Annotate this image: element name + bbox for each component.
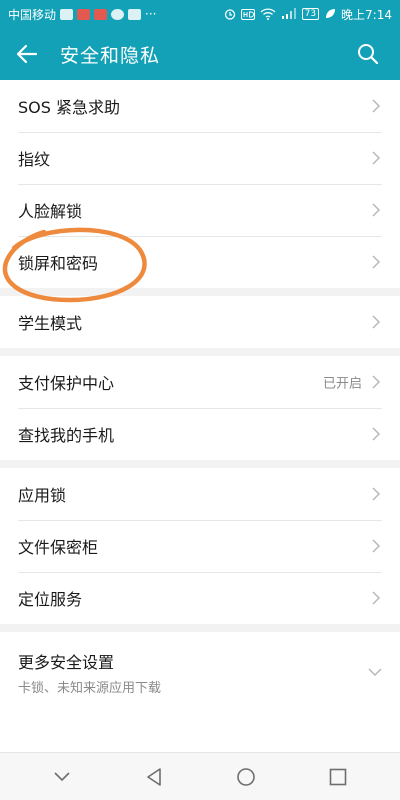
clock: 晚上7:14	[341, 7, 392, 22]
more-security-settings-item[interactable]: 更多安全设置 卡锁、未知来源应用下载	[0, 632, 400, 712]
settings-group-payment: 支付保护中心 已开启 查找我的手机	[0, 356, 400, 460]
nav-home-button[interactable]	[226, 757, 266, 797]
list-item-label: 应用锁	[18, 486, 67, 505]
alarm-icon	[224, 9, 235, 20]
notification-icon	[111, 8, 125, 20]
top-bar: 中国移动 ··· 73 晚上7:14 安全和隐私	[0, 0, 400, 80]
chevron-right-icon	[372, 487, 380, 501]
face-unlock-item[interactable]: 人脸解锁	[0, 184, 400, 236]
wifi-icon	[260, 8, 276, 20]
collapse-nav-button[interactable]	[42, 757, 82, 797]
settings-group-student: 学生模式	[0, 296, 400, 348]
chevron-right-icon	[372, 315, 380, 329]
settings-group-more: 更多安全设置 卡锁、未知来源应用下载	[0, 632, 400, 752]
status-right: 73 晚上7:14	[224, 6, 392, 23]
nav-back-button[interactable]	[134, 757, 174, 797]
notification-icon	[94, 8, 108, 20]
leaf-icon	[326, 9, 336, 18]
chevron-right-icon	[372, 99, 380, 113]
back-button[interactable]	[16, 38, 48, 70]
list-item-label: 查找我的手机	[18, 426, 115, 445]
carrier-label: 中国移动	[8, 7, 57, 22]
notification-icon	[128, 8, 142, 20]
system-nav-bar	[0, 752, 400, 800]
find-my-phone-item[interactable]: 查找我的手机	[0, 408, 400, 460]
list-item-label: 更多安全设置	[18, 652, 115, 672]
signal-icon	[281, 8, 296, 19]
back-arrow-icon	[16, 44, 38, 64]
chevron-right-icon	[372, 539, 380, 553]
more-notifications: ···	[145, 7, 157, 21]
app-header: 安全和隐私	[0, 28, 400, 80]
notification-icon	[77, 8, 91, 20]
settings-group-security: SOS 紧急求助 指纹 人脸解锁 锁屏和密码	[0, 80, 400, 288]
chevron-right-icon	[372, 203, 380, 217]
list-item-label: 支付保护中心	[18, 374, 115, 393]
list-item-label: SOS 紧急求助	[18, 98, 120, 117]
battery-indicator: 73	[301, 8, 320, 20]
lock-screen-password-item[interactable]: 锁屏和密码	[0, 236, 400, 288]
list-item-label: 锁屏和密码	[18, 254, 99, 273]
hd-icon	[240, 8, 255, 20]
nav-recents-button[interactable]	[318, 757, 358, 797]
list-item-label: 定位服务	[18, 590, 83, 609]
chevron-right-icon	[372, 375, 380, 389]
search-button[interactable]	[352, 38, 384, 70]
chevron-right-icon	[372, 427, 380, 441]
settings-group-apps: 应用锁 文件保密柜 定位服务	[0, 468, 400, 624]
status-bar: 中国移动 ··· 73 晚上7:14	[0, 0, 400, 28]
list-item-label: 人脸解锁	[18, 202, 83, 221]
triangle-back-icon	[147, 767, 161, 786]
fingerprint-item[interactable]: 指纹	[0, 132, 400, 184]
chevron-down-icon	[54, 771, 70, 781]
app-lock-item[interactable]: 应用锁	[0, 468, 400, 520]
square-recents-icon	[329, 768, 347, 785]
chevron-right-icon	[372, 255, 380, 269]
chevron-down-icon	[368, 668, 382, 676]
payment-protection-item[interactable]: 支付保护中心 已开启	[0, 356, 400, 408]
list-item-label: 指纹	[18, 150, 51, 169]
page-title: 安全和隐私	[60, 44, 161, 67]
status-value: 已开启	[322, 376, 362, 392]
file-safe-item[interactable]: 文件保密柜	[0, 520, 400, 572]
search-icon	[358, 44, 379, 65]
chevron-right-icon	[372, 151, 380, 165]
list-item-label: 学生模式	[18, 314, 83, 333]
notification-icon	[60, 8, 74, 20]
location-service-item[interactable]: 定位服务	[0, 572, 400, 624]
student-mode-item[interactable]: 学生模式	[0, 296, 400, 348]
list-item-label: 文件保密柜	[18, 538, 99, 557]
chevron-right-icon	[372, 591, 380, 605]
status-left: 中国移动 ···	[8, 6, 156, 23]
list-item-sublabel: 卡锁、未知来源应用下载	[18, 680, 162, 696]
circle-home-icon	[237, 767, 255, 786]
sos-emergency-item[interactable]: SOS 紧急求助	[0, 80, 400, 132]
